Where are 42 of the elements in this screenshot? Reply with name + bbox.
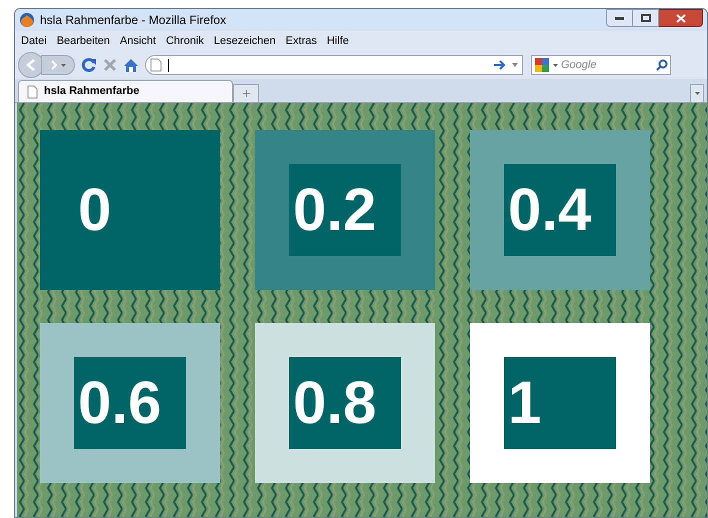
minimize-button[interactable] (606, 9, 633, 27)
plus-icon (242, 90, 250, 97)
close-icon (676, 14, 686, 22)
new-tab-button[interactable] (233, 84, 259, 102)
box-label: 0 (77, 175, 112, 245)
maximize-icon (640, 14, 650, 22)
box-label: 0.2 (292, 175, 376, 245)
back-button[interactable] (18, 52, 44, 78)
box-label: 1 (507, 368, 542, 438)
browser-tab[interactable]: hsla Rahmenfarbe (18, 80, 233, 102)
box-label: 0.4 (507, 175, 592, 245)
box-label: 0.8 (292, 368, 376, 438)
dropdown-caret-icon (61, 64, 66, 66)
browser-logo-icon (19, 12, 35, 28)
menu-item[interactable]: Chronik (166, 32, 204, 50)
go-arrow-icon[interactable] (494, 60, 506, 70)
page-icon (150, 58, 162, 72)
text-cursor (168, 58, 169, 72)
dropdown-caret-icon[interactable] (512, 63, 518, 67)
search-icon[interactable] (656, 59, 668, 71)
menu-item[interactable]: Datei (21, 32, 47, 50)
maximize-button[interactable] (633, 9, 659, 27)
menu-item[interactable]: Ansicht (120, 32, 156, 50)
menu-item[interactable]: Extras (286, 32, 317, 50)
forward-button[interactable] (41, 55, 75, 75)
minimize-icon (615, 16, 624, 20)
tab-list-button[interactable] (690, 84, 704, 102)
reload-icon[interactable] (81, 57, 97, 73)
menu-item[interactable]: Bearbeiten (56, 32, 110, 50)
page-icon (27, 84, 38, 98)
box-label: 0.6 (77, 368, 162, 438)
search-engine-icon (534, 57, 550, 73)
home-icon[interactable] (123, 58, 139, 72)
close-button[interactable] (659, 9, 703, 27)
menu-item[interactable]: Lesezeichen (214, 32, 276, 50)
menu-item[interactable]: Hilfe (326, 32, 349, 50)
search-field[interactable]: Google (531, 55, 671, 75)
search-input[interactable]: Google (561, 56, 641, 74)
dropdown-caret-icon (694, 92, 700, 95)
address-field[interactable] (145, 55, 523, 75)
window-title: hsla Rahmenfarbe - Mozilla Firefox (40, 12, 226, 29)
dropdown-caret-icon[interactable] (553, 64, 558, 66)
